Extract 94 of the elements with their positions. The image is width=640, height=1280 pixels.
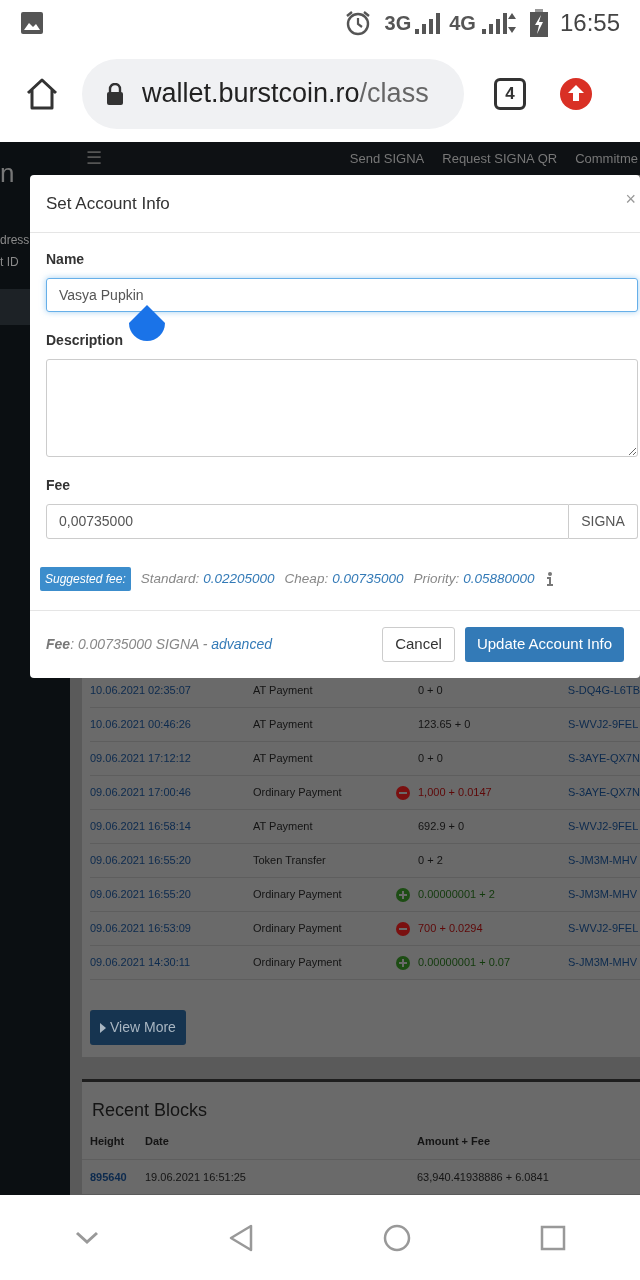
caret-right-icon <box>100 1022 106 1033</box>
battery-charging-icon <box>529 8 548 37</box>
home-circle-icon[interactable] <box>382 1223 411 1252</box>
sidebar-label: t ID <box>0 254 19 271</box>
url-host: wallet.burstcoin.ro <box>142 77 360 111</box>
update-icon[interactable] <box>560 77 592 110</box>
card-title: Recent Blocks <box>91 1099 209 1122</box>
table-cell-text: 0.00000001 + 2 <box>418 887 496 903</box>
account-link[interactable]: S-JM3M-MHV <box>568 852 638 869</box>
modal-title: Set Account Info <box>46 192 170 215</box>
field-label: Name <box>46 250 86 269</box>
date-link[interactable]: 09.06.2021 17:00:46 <box>90 784 253 801</box>
fee-summary: Fee: 0.00735000 SIGNA - advanced <box>46 635 272 654</box>
table-cell-text: AT Payment <box>253 751 314 767</box>
account-link[interactable]: S-WVJ2-9FEL <box>568 920 639 937</box>
table-cell-text: 0 + 0 <box>418 751 444 767</box>
table-cell-text: 123.65 + 0 <box>418 717 472 733</box>
update-account-button[interactable]: Update Account Info <box>464 627 624 662</box>
table-cell-text: 700 + 0.0294 <box>418 921 484 937</box>
field-label: Fee <box>46 476 72 495</box>
sidebar-label: dress <box>0 232 30 249</box>
menu-button[interactable]: ☰ <box>86 145 102 172</box>
close-button[interactable]: × <box>625 186 636 213</box>
date-link[interactable]: 10.06.2021 00:46:26 <box>90 716 253 733</box>
network-type: 3G <box>384 10 412 36</box>
date-link[interactable]: 09.06.2021 16:53:09 <box>90 920 253 937</box>
advanced-link[interactable]: advanced <box>211 636 272 652</box>
chevron-down-icon[interactable] <box>74 1230 99 1245</box>
account-link[interactable]: S-JM3M-MHV <box>568 954 638 971</box>
view-more-button[interactable]: View More <box>90 1010 186 1045</box>
table-cell-text: 19.06.2021 16:51:25 <box>145 1169 247 1185</box>
table-cell-text: 0 + 0 <box>417 683 444 699</box>
fee-option-label: Cheap: <box>284 569 329 588</box>
column-header: Date <box>145 1134 170 1150</box>
date-link[interactable]: 10.06.2021 02:35:07 <box>90 682 253 699</box>
table-cell-text: Ordinary Payment <box>253 955 343 971</box>
nav-link[interactable]: Request SIGNA QR <box>442 148 558 169</box>
field-label: Description <box>46 331 124 350</box>
fee-option-link[interactable]: 0.05880000 <box>463 568 535 590</box>
nav-link[interactable]: Commitme <box>575 148 638 169</box>
account-link[interactable]: S-WVJ2-9FEL <box>568 818 639 835</box>
date-link[interactable]: 09.06.2021 17:12:12 <box>90 750 253 767</box>
table-cell-text: Ordinary Payment <box>253 887 343 903</box>
column-header: Amount + Fee <box>417 1134 491 1150</box>
table-cell-text: AT Payment <box>253 717 314 733</box>
fee-option-label: Priority: <box>413 569 460 588</box>
lock-icon <box>106 82 124 105</box>
table-cell-text: 0 + 2 <box>418 853 444 869</box>
plus-circle-icon <box>396 955 410 970</box>
home-icon[interactable] <box>24 76 60 111</box>
fee-option-link[interactable]: 0.02205000 <box>203 568 275 590</box>
suggested-fee-badge: Suggested fee: <box>40 567 131 591</box>
description-field[interactable] <box>46 359 638 457</box>
image-icon <box>20 10 44 35</box>
table-cell-text: Ordinary Payment <box>253 921 343 937</box>
date-link[interactable]: 09.06.2021 14:30:11 <box>90 954 253 971</box>
nav-link[interactable]: Send SIGNA <box>349 148 425 169</box>
table-cell-text: Ordinary Payment <box>253 785 343 801</box>
minus-circle-icon <box>396 921 410 936</box>
address-bar[interactable]: wallet.burstcoin.ro/class <box>82 58 464 129</box>
fee-field[interactable]: 0,00735000 <box>46 504 569 539</box>
alarm-icon <box>344 9 371 36</box>
network-type: 4G <box>449 10 476 36</box>
table-cell-text: 63,940.41938886 + 6.0841 <box>417 1169 549 1185</box>
name-field[interactable]: Vasya Pupkin <box>46 278 638 312</box>
fee-option-link[interactable]: 0.00735000 <box>332 568 404 590</box>
height-link[interactable]: 895640 <box>90 1168 145 1186</box>
url-path: /class <box>359 77 429 111</box>
table-cell-text: 0.00000001 + 0.07 <box>418 955 512 971</box>
table-cell-text: 1,000 + 0.0147 <box>418 785 493 801</box>
minus-circle-icon <box>396 785 410 800</box>
info-icon[interactable] <box>546 572 553 586</box>
cancel-button[interactable]: Cancel <box>382 627 455 662</box>
account-link[interactable]: S-3AYE-QX7N <box>568 784 640 801</box>
date-link[interactable]: 09.06.2021 16:55:20 <box>90 886 253 903</box>
plus-circle-icon <box>396 887 410 902</box>
table-cell-text: 692.9 + 0 <box>418 819 466 835</box>
table-cell-text: AT Payment <box>252 683 314 699</box>
account-link[interactable]: S-JM3M-MHV <box>568 886 638 903</box>
table-cell-text: AT Payment <box>253 819 314 835</box>
account-link[interactable]: S-3AYE-QX7N <box>568 750 640 767</box>
back-icon[interactable] <box>227 1223 254 1252</box>
table-cell-text: Token Transfer <box>253 853 327 869</box>
tab-count[interactable]: 4 <box>494 77 526 110</box>
brand-text: n <box>0 157 15 190</box>
date-link[interactable]: 09.06.2021 16:58:14 <box>90 818 253 835</box>
recents-square-icon[interactable] <box>539 1224 566 1251</box>
account-link[interactable]: S-DQ4G-L6TB <box>567 682 640 699</box>
unit-addon: SIGNA <box>569 504 638 539</box>
account-link[interactable]: S-WVJ2-9FEL <box>568 716 639 733</box>
column-header: Height <box>90 1134 126 1150</box>
fee-option-label: Standard: <box>140 569 200 588</box>
clock-time: 16:55 <box>559 7 620 38</box>
date-link[interactable]: 09.06.2021 16:55:20 <box>90 852 253 869</box>
